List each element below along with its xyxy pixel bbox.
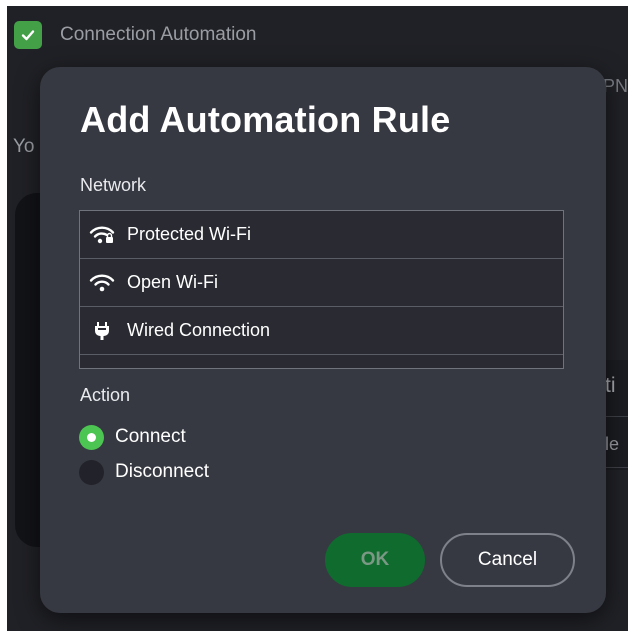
checkmark-icon (21, 30, 35, 41)
action-label: Action (80, 385, 131, 405)
radio-connect[interactable]: Connect (79, 423, 186, 451)
network-item-label: Open Wi-Fi (127, 272, 219, 292)
network-list[interactable]: Protected Wi-Fi Open Wi-Fi Wired Connect… (79, 210, 564, 369)
app-window: Connection Automation PN Yo ti le Add Au… (7, 6, 628, 631)
background-text-fragment: PN (603, 76, 628, 96)
ethernet-plug-icon (89, 320, 115, 342)
wifi-icon (89, 272, 115, 294)
ok-button[interactable]: OK (325, 533, 425, 587)
network-item-open-wifi[interactable]: Open Wi-Fi (80, 259, 563, 307)
add-rule-dialog: Add Automation Rule Network Protected Wi… (40, 67, 606, 613)
background-table-divider (603, 467, 628, 468)
background-header: Connection Automation (7, 18, 256, 52)
radio-button-checked[interactable] (79, 424, 104, 450)
background-table-heading: ti (605, 374, 616, 397)
network-item-label: Protected Wi-Fi (127, 224, 252, 244)
wifi-lock-icon (89, 224, 115, 246)
automation-checkbox[interactable] (14, 21, 42, 49)
network-item-label: Wired Connection (127, 320, 271, 340)
network-item-wired-connection[interactable]: Wired Connection (80, 307, 563, 355)
dialog-title: Add Automation Rule (80, 99, 451, 140)
radio-label: Disconnect (115, 461, 209, 482)
network-item-protected-wifi[interactable]: Protected Wi-Fi (80, 211, 563, 259)
cancel-button[interactable]: Cancel (440, 533, 575, 587)
radio-button-unchecked[interactable] (79, 459, 104, 485)
radio-label: Connect (115, 426, 186, 447)
background-text-fragment: Yo (13, 136, 35, 157)
network-label: Network (80, 175, 147, 195)
background-title: Connection Automation (60, 24, 257, 45)
radio-disconnect[interactable]: Disconnect (79, 458, 209, 486)
background-table-cell: le (605, 434, 620, 454)
background-table-divider (603, 416, 628, 417)
